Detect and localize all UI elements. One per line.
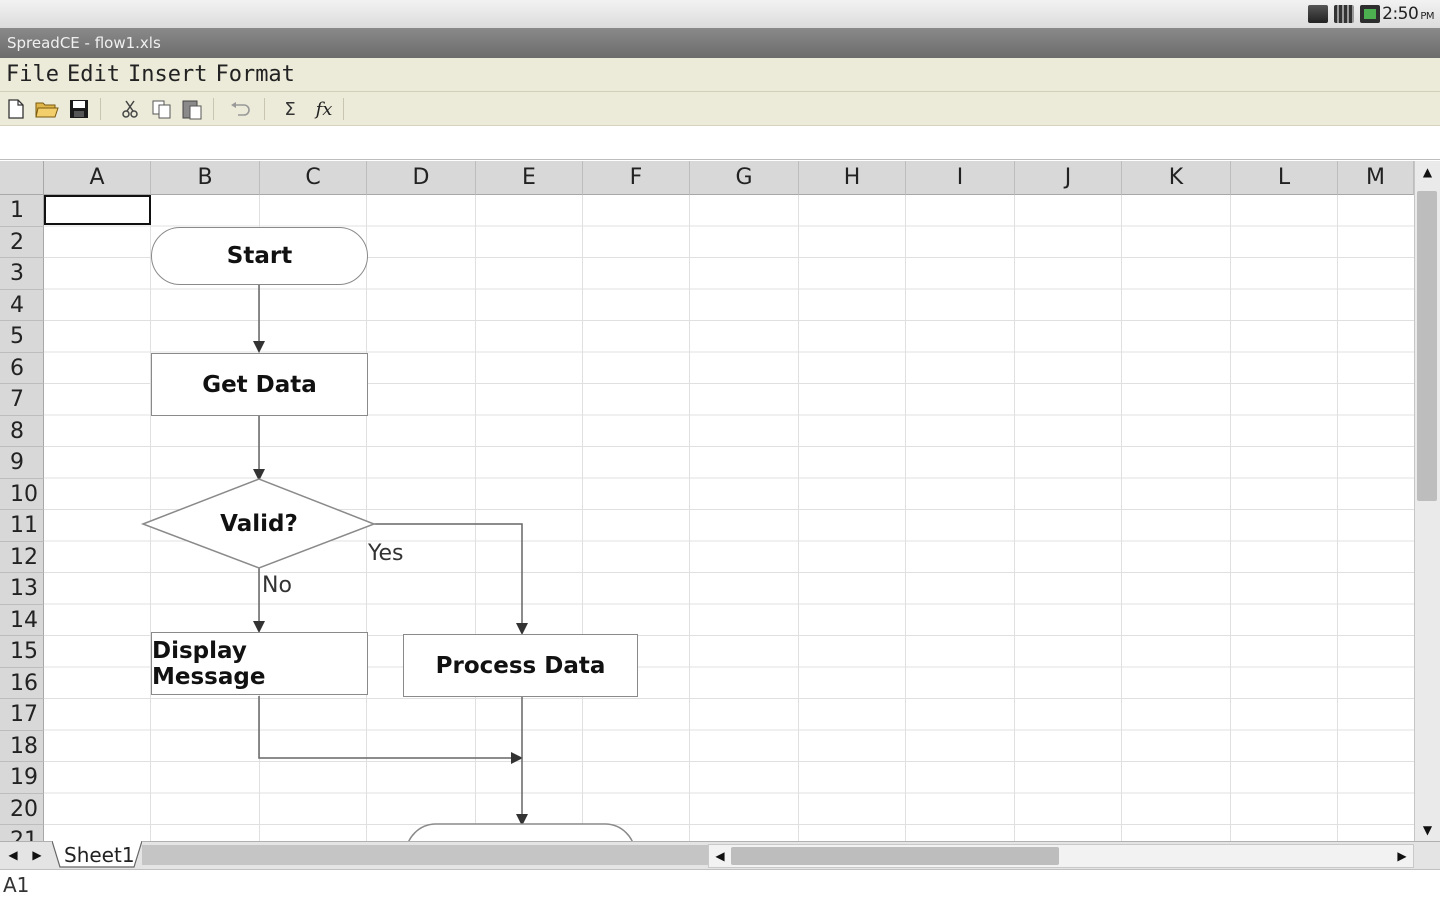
- sd-card-icon: [1308, 5, 1328, 23]
- get-data-shape[interactable]: Get Data: [151, 353, 368, 416]
- signal-icon: [1334, 5, 1354, 23]
- sheet-tab[interactable]: Sheet1: [52, 841, 142, 869]
- new-document-icon[interactable]: [4, 97, 28, 121]
- sheet-prev-icon[interactable]: ◀: [2, 844, 24, 866]
- end-terminator-shape[interactable]: [406, 823, 635, 841]
- process-data-shape[interactable]: Process Data: [403, 634, 638, 697]
- scroll-up-icon[interactable]: ▲: [1415, 161, 1440, 183]
- toolbar: Σ fx: [0, 92, 1440, 126]
- sheet-next-icon[interactable]: ▶: [26, 844, 48, 866]
- menu-format[interactable]: Format: [215, 62, 294, 87]
- formula-input[interactable]: [0, 126, 1440, 160]
- connector-valid-yes: [374, 523, 528, 635]
- decision-label: Valid?: [220, 511, 298, 537]
- start-shape[interactable]: Start: [151, 227, 368, 285]
- paste-icon[interactable]: [180, 97, 204, 121]
- copy-icon[interactable]: [150, 97, 174, 121]
- scroll-down-icon[interactable]: ▼: [1415, 819, 1440, 841]
- window-title: SpreadCE - flow1.xls: [0, 28, 1440, 58]
- clock: 2:50 PM: [1382, 4, 1434, 24]
- spreadsheet-grid[interactable]: ABCDEFGHIJKLM 1 2 3 4 5 6 7 8 9 10 11 12 13 14 15 16 17 1…: [0, 161, 1414, 841]
- connector-display-merge: [258, 696, 523, 764]
- status-icons: [1308, 4, 1380, 24]
- sheet-tab-bar: ◀ ▶ Sheet1 ◀ ▶: [0, 841, 1440, 869]
- horizontal-scrollbar[interactable]: ◀ ▶: [708, 844, 1414, 868]
- undo-icon[interactable]: [228, 97, 252, 121]
- cut-icon[interactable]: [118, 97, 142, 121]
- horizontal-scroll-thumb[interactable]: [731, 847, 1059, 865]
- system-status-bar: 2:50 PM: [0, 0, 1440, 28]
- open-folder-icon[interactable]: [35, 97, 59, 121]
- yes-label: Yes: [368, 541, 404, 566]
- menu-bar: File Edit Insert Format: [0, 58, 1440, 92]
- save-icon[interactable]: [67, 97, 91, 121]
- scroll-right-icon[interactable]: ▶: [1391, 845, 1413, 867]
- sum-icon[interactable]: Σ: [278, 97, 302, 121]
- scroll-left-icon[interactable]: ◀: [709, 845, 731, 867]
- vertical-scroll-thumb[interactable]: [1417, 191, 1437, 501]
- no-label: No: [262, 573, 292, 598]
- vertical-scrollbar[interactable]: ▲ ▼: [1414, 161, 1440, 841]
- battery-icon: [1360, 5, 1380, 23]
- function-icon[interactable]: fx: [312, 97, 336, 121]
- menu-edit[interactable]: Edit: [67, 62, 120, 87]
- menu-insert[interactable]: Insert: [128, 62, 207, 87]
- menu-file[interactable]: File: [6, 62, 59, 87]
- display-message-shape[interactable]: Display Message: [151, 632, 368, 695]
- cell-reference: A1: [0, 869, 1440, 900]
